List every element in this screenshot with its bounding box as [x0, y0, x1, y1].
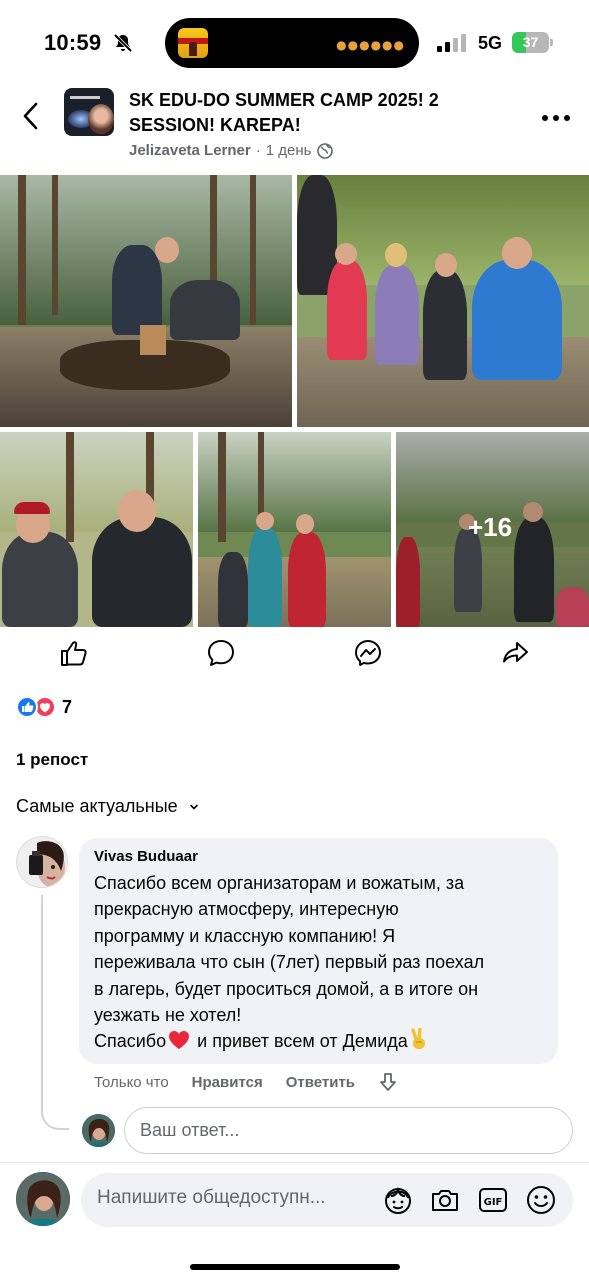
comment-footer: Только что Нравится Ответить: [94, 1072, 399, 1092]
red-heart-emoji-icon: [169, 1031, 190, 1050]
battery-icon: 37: [512, 32, 553, 53]
thread-line: [41, 895, 69, 1130]
comment-last-line-end: и привет всем от Демида: [192, 1031, 408, 1052]
comment-icon[interactable]: [206, 638, 236, 668]
post-header: SK EDU-DO SUMMER CAMP 2025! 2 SESSION! K…: [0, 80, 589, 170]
reply-input[interactable]: [124, 1107, 573, 1154]
messenger-icon[interactable]: [353, 638, 383, 668]
comment-last-line-start: Спасибо: [94, 1031, 167, 1052]
post-time[interactable]: 1 день: [266, 142, 312, 159]
share-icon[interactable]: [500, 638, 530, 668]
comment-bubble[interactable]: Vivas Buduaar Спасибо всем организаторам…: [79, 838, 558, 1064]
comment-line: в лагерь, будет проситься домой, а в ито…: [94, 978, 479, 999]
network-type: 5G: [478, 33, 503, 53]
more-photos-count[interactable]: +16: [468, 512, 512, 543]
status-bar: 10:59 ●●●●●● 5G 37: [0, 0, 589, 80]
comment-line: переживала что сын (7лет) первый раз пое…: [94, 952, 485, 973]
comment-composer: GIF: [81, 1173, 573, 1227]
more-horizontal-icon[interactable]: [541, 114, 571, 122]
post-meta: Jelizaveta Lerner · 1 день: [129, 142, 334, 159]
composer-divider: [0, 1162, 589, 1163]
post-actions: [0, 636, 589, 672]
comment-author[interactable]: Vivas Buduaar: [94, 848, 198, 865]
group-avatar[interactable]: [64, 88, 114, 136]
emoji-icon[interactable]: [525, 1184, 557, 1216]
photo-4[interactable]: [198, 432, 391, 627]
svg-text:GIF: GIF: [484, 1197, 503, 1208]
repost-count[interactable]: 1 репост: [16, 750, 88, 770]
comment-last-line: Спасибо и привет всем от Демида: [94, 1028, 549, 1054]
chevron-left-icon[interactable]: [16, 100, 46, 132]
comment-line: прекрасную атмосферу, интересную: [94, 899, 399, 920]
signal-strength-icon: [437, 34, 466, 52]
comment-like-button[interactable]: Нравится: [192, 1074, 263, 1091]
globe-icon: [317, 142, 334, 159]
comment-line: Спасибо всем организаторам и вожатым, за: [94, 873, 465, 893]
comment-reply-button[interactable]: Ответить: [286, 1074, 355, 1091]
sort-label: Самые актуальные: [16, 796, 178, 816]
post-title: SK EDU-DO SUMMER CAMP 2025! 2 SESSION! K…: [129, 90, 439, 135]
arrow-down-icon[interactable]: [377, 1071, 399, 1093]
photo-2[interactable]: [297, 175, 589, 427]
like-reaction-icon: [16, 696, 38, 718]
reply-avatar: [82, 1114, 115, 1147]
meta-separator: ·: [255, 142, 261, 159]
bell-slash-icon: [113, 33, 133, 53]
battery-level: 37: [522, 34, 539, 50]
victory-hand-emoji-icon: [411, 1028, 425, 1050]
audio-waveform-icon: ●●●●●●: [336, 38, 405, 52]
user-avatar: [16, 1172, 70, 1226]
photo-5[interactable]: +16: [396, 432, 589, 627]
comment-sort-dropdown[interactable]: Самые актуальные: [16, 796, 200, 817]
status-time: 10:59: [44, 30, 102, 55]
post-author[interactable]: Jelizaveta Lerner: [129, 142, 251, 159]
gif-icon[interactable]: GIF: [477, 1184, 509, 1216]
avatar-sticker-icon[interactable]: [382, 1184, 414, 1216]
camera-icon[interactable]: [429, 1184, 461, 1216]
comment-time: Только что: [94, 1073, 169, 1091]
comment-input[interactable]: [97, 1187, 367, 1209]
commenter-avatar[interactable]: [16, 836, 68, 888]
photo-1[interactable]: [0, 175, 292, 427]
comment-text: Спасибо всем организаторам и вожатым, за…: [94, 870, 549, 1055]
home-indicator[interactable]: [190, 1264, 400, 1270]
dynamic-island[interactable]: ●●●●●●: [165, 18, 419, 68]
like-icon[interactable]: [59, 638, 89, 668]
photo-3[interactable]: [0, 432, 193, 627]
now-playing-thumbnail: [178, 28, 208, 58]
reaction-count: 7: [62, 696, 73, 717]
reactions-summary[interactable]: 7: [16, 694, 72, 720]
comment-line: уезжать не хотел!: [94, 1005, 242, 1026]
photo-grid: +16: [0, 175, 589, 627]
chevron-down-icon: [189, 804, 198, 810]
comment-line: программу и классную компанию! Я: [94, 925, 396, 946]
